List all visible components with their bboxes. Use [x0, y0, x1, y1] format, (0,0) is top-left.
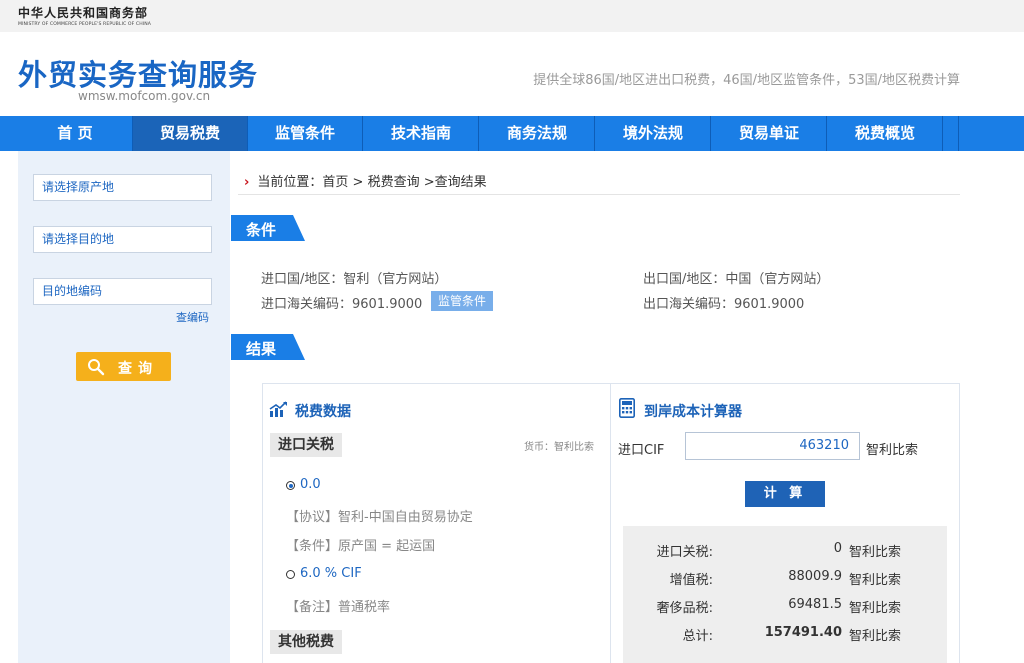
condition-note: 【条件】原产国 = 起运国 [286, 539, 436, 554]
search-button[interactable]: 查询 [76, 352, 171, 381]
search-icon [87, 358, 105, 380]
breadcrumb-separator: > [423, 175, 435, 190]
breadcrumb-divider [238, 194, 960, 195]
calculate-button[interactable]: 计 算 [745, 481, 825, 507]
chart-icon [269, 401, 288, 422]
main-nav: 首 页 贸易税费 监管条件 技术指南 商务法规 境外法规 贸易单证 税费概览 [0, 116, 1024, 151]
ministry-topbar: 中华人民共和国商务部 MINISTRY OF COMMERCE PEOPLE'S… [0, 0, 1024, 32]
calculator-icon [619, 398, 635, 422]
breadcrumb: › 当前位置：首页 > 税费查询 >查询结果 [244, 171, 487, 190]
conditions-section-title: 条件 [246, 221, 277, 239]
total-value: 157491.40 [764, 625, 842, 640]
luxury-tax-value: 69481.5 [788, 597, 842, 612]
site-slogan: 提供全球86国/地区进出口税费，46国/地区监管条件，53国/地区税费计算 [533, 73, 960, 88]
nav-item-commerce-law[interactable]: 商务法规 [480, 116, 595, 151]
breadcrumb-item-tax-query[interactable]: 税费查询 [368, 175, 420, 190]
breadcrumb-label: 当前位置： [257, 175, 323, 190]
results-section-title: 结果 [246, 340, 277, 358]
search-button-label: 查询 [118, 361, 158, 377]
lookup-code-link[interactable]: 查编码 [176, 309, 209, 325]
nav-item-home[interactable]: 首 页 [18, 116, 133, 151]
tax-data-title: 税费数据 [295, 404, 351, 420]
export-hs-code: 出口海关编码：9601.9000 [643, 297, 805, 312]
destination-select[interactable]: 请选择目的地 [33, 226, 212, 253]
calc-results: 进口关税: 0 智利比索 增值税: 88009.9 智利比索 奢侈品税: 694… [623, 526, 947, 663]
nav-divider [958, 116, 959, 151]
ministry-name-cn: 中华人民共和国商务部 [18, 6, 149, 20]
nav-item-tax-overview[interactable]: 税费概览 [828, 116, 943, 151]
site-domain: wmsw.mofcom.gov.cn [78, 89, 211, 103]
cif-input[interactable]: 463210 [685, 432, 860, 460]
rate-radio-general[interactable] [286, 570, 295, 579]
origin-select[interactable]: 请选择原产地 [33, 174, 212, 201]
rate-agreement[interactable]: 0.0 [300, 477, 321, 492]
luxury-tax-unit: 智利比索 [849, 601, 902, 616]
breadcrumb-separator: > [352, 175, 364, 190]
total-unit: 智利比索 [849, 629, 902, 644]
export-country: 出口国/地区：中国（官方网站） [643, 272, 830, 287]
rate-radio-agreement[interactable] [286, 481, 295, 490]
site-title[interactable]: 外贸实务查询服务 [18, 52, 258, 94]
destination-code-input[interactable]: 目的地编码 [33, 278, 212, 305]
results-divider [610, 384, 611, 663]
nav-item-trade-tax[interactable]: 贸易税费 [133, 116, 248, 151]
vat-label: 增值税: [669, 573, 713, 588]
ministry-name-en: MINISTRY OF COMMERCE PEOPLE'S REPUBLIC O… [18, 22, 152, 27]
cif-label: 进口CIF [618, 443, 665, 458]
other-tax-tag: 其他税费 [270, 630, 342, 654]
nav-item-trade-docs[interactable]: 贸易单证 [712, 116, 827, 151]
duty-unit: 智利比索 [849, 545, 902, 560]
currency-note: 货币：智利比索 [524, 442, 594, 453]
agreement-note: 【协议】智利-中国自由贸易协定 [286, 510, 473, 525]
search-sidebar: 请选择原产地 请选择目的地 目的地编码 查编码 查询 [18, 151, 230, 663]
vat-unit: 智利比索 [849, 573, 902, 588]
total-label: 总计: [682, 629, 713, 644]
remark-note: 【备注】普通税率 [286, 600, 391, 615]
luxury-tax-label: 奢侈品税: [656, 601, 713, 616]
cif-unit: 智利比索 [866, 443, 919, 458]
regulation-badge[interactable]: 监管条件 [431, 291, 493, 311]
rate-general[interactable]: 6.0 % CIF [300, 566, 362, 581]
calculator-title: 到岸成本计算器 [644, 404, 742, 420]
ministry-logo[interactable]: 中华人民共和国商务部 MINISTRY OF COMMERCE PEOPLE'S… [18, 4, 151, 27]
vat-value: 88009.9 [788, 569, 842, 584]
conditions-section-tag: 条件 [231, 215, 305, 241]
nav-item-tech-guide[interactable]: 技术指南 [364, 116, 479, 151]
nav-item-regulation[interactable]: 监管条件 [248, 116, 363, 151]
results-section-tag: 结果 [231, 334, 305, 360]
breadcrumb-arrow-icon: › [244, 175, 250, 190]
breadcrumb-item-home[interactable]: 首页 [322, 175, 348, 190]
import-hs-code: 进口海关编码：9601.9000 [261, 297, 423, 312]
duty-label: 进口关税: [656, 545, 713, 560]
site-header: 外贸实务查询服务 wmsw.mofcom.gov.cn 提供全球86国/地区进出… [0, 32, 1024, 116]
import-country: 进口国/地区：智利（官方网站） [261, 272, 448, 287]
import-duty-tag: 进口关税 [270, 433, 342, 457]
breadcrumb-item-result: 查询结果 [434, 175, 487, 190]
duty-value: 0 [833, 541, 842, 556]
nav-item-foreign-law[interactable]: 境外法规 [596, 116, 711, 151]
